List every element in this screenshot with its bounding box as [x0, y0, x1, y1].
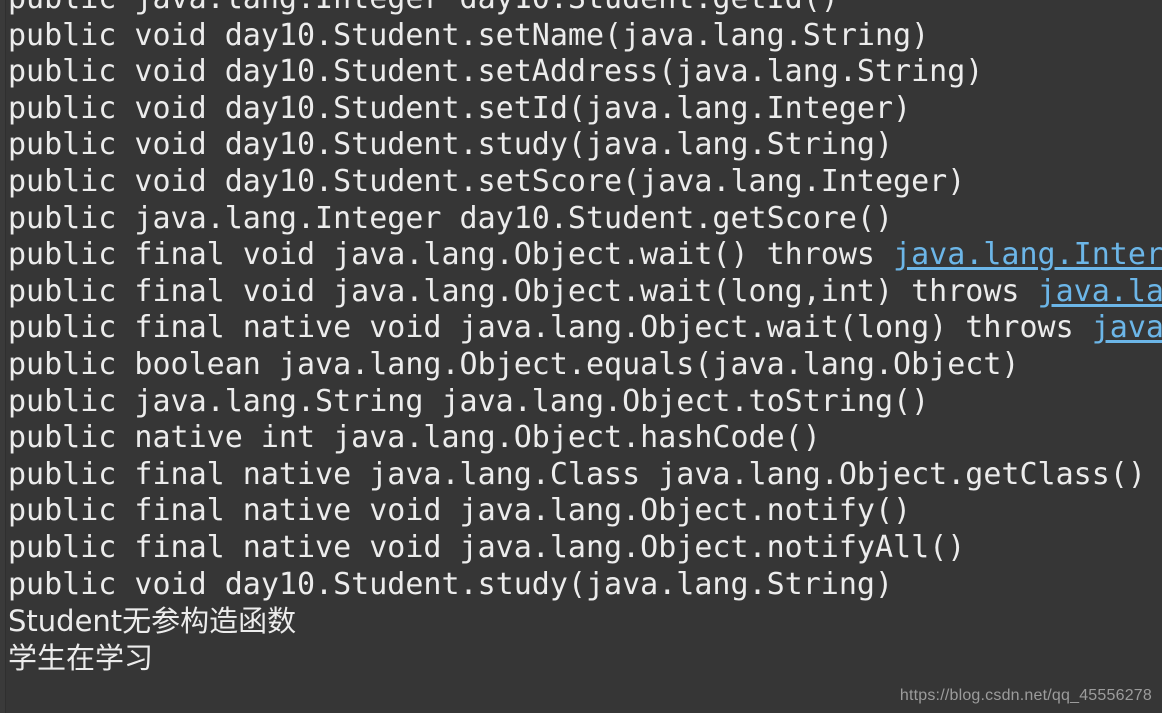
console-line-text: public final native void java.lang.Objec… — [8, 529, 966, 565]
console-line: public final void java.lang.Object.wait(… — [0, 274, 1162, 311]
console-line: public final void java.lang.Object.wait(… — [0, 237, 1162, 274]
console-line-text: public java.lang.String java.lang.Object… — [8, 383, 930, 419]
console-line-list: public java.lang.Integer day10.Student.g… — [0, 0, 1162, 676]
console-line: public final native java.lang.Class java… — [0, 457, 1162, 494]
console-line-text: public void day10.Student.study(java.lan… — [8, 127, 894, 163]
console-line-text: public final void java.lang.Object.wait(… — [8, 237, 894, 273]
console-line: public java.lang.String java.lang.Object… — [0, 384, 1162, 421]
console-line: public final native void java.lang.Objec… — [0, 530, 1162, 567]
console-line: public void day10.Student.setName(java.l… — [0, 18, 1162, 55]
console-line-text: public final native void java.lang.Objec… — [8, 493, 912, 529]
console-line-text: public final native java.lang.Class java… — [8, 456, 1146, 492]
console-line-text: public native int java.lang.Object.hashC… — [8, 420, 821, 456]
console-line: public native int java.lang.Object.hashC… — [0, 420, 1162, 457]
console-line: public java.lang.Integer day10.Student.g… — [0, 201, 1162, 238]
console-line: public boolean java.lang.Object.equals(j… — [0, 347, 1162, 384]
console-line: public final native void java.lang.Objec… — [0, 493, 1162, 530]
console-line-text: public final native void java.lang.Objec… — [8, 310, 1092, 346]
console-line: Student无参构造函数 — [0, 603, 1162, 640]
console-line: public java.lang.Integer day10.Student.g… — [0, 0, 1162, 18]
exception-class-link[interactable]: java.lang.InterruptedException — [893, 237, 1162, 272]
console-line: 学生在学习 — [0, 640, 1162, 677]
console-line-text: public void day10.Student.study(java.lan… — [8, 566, 894, 602]
console-line-text: public boolean java.lang.Object.equals(j… — [8, 346, 1020, 382]
console-line-text: public void day10.Student.setScore(java.… — [8, 163, 966, 199]
console-line: public final native void java.lang.Objec… — [0, 310, 1162, 347]
console-line-text: public final void java.lang.Object.wait(… — [8, 273, 1038, 309]
exception-class-link[interactable]: java.lang.InterruptedException — [1038, 274, 1162, 309]
console-line: public void day10.Student.study(java.lan… — [0, 127, 1162, 164]
csdn-watermark: https://blog.csdn.net/qq_45556278 — [899, 687, 1152, 704]
console-output-pane[interactable]: public java.lang.Integer day10.Student.g… — [0, 0, 1162, 713]
console-line: public void day10.Student.study(java.lan… — [0, 567, 1162, 604]
console-line-text: public java.lang.Integer day10.Student.g… — [8, 0, 839, 16]
console-line-text: 学生在学习 — [8, 640, 154, 675]
console-line-text: public java.lang.Integer day10.Student.g… — [8, 200, 894, 236]
console-line-text: public void day10.Student.setId(java.lan… — [8, 90, 912, 126]
console-line: public void day10.Student.setAddress(jav… — [0, 54, 1162, 91]
exception-class-link[interactable]: java.lang.InterruptedException — [1092, 310, 1162, 345]
console-line-text: Student无参构造函数 — [8, 604, 297, 639]
console-line-text: public void day10.Student.setName(java.l… — [8, 17, 930, 53]
console-line: public void day10.Student.setId(java.lan… — [0, 91, 1162, 128]
console-line: public void day10.Student.setScore(java.… — [0, 164, 1162, 201]
console-line-text: public void day10.Student.setAddress(jav… — [8, 54, 984, 90]
